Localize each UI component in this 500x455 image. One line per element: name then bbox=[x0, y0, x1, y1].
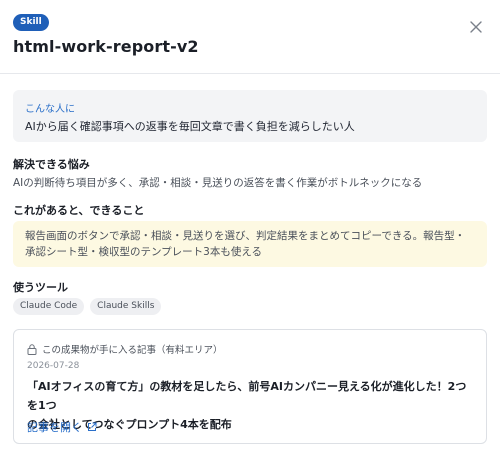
page-title: html-work-report-v2 bbox=[13, 37, 199, 56]
tools-list: Claude Code Claude Skills bbox=[13, 298, 162, 315]
skill-badge: Skill bbox=[13, 14, 49, 31]
dialog-header: Skill html-work-report-v2 bbox=[0, 0, 500, 74]
article-title-line: 「AIオフィスの育て方」の教材を足したら、前号AIカンパニー見える化が進化した！… bbox=[27, 380, 467, 412]
result-box: 報告画面のボタンで承認・相談・見送りを選び、判定結果をまとめてコピーできる。報告… bbox=[13, 221, 487, 267]
close-button[interactable] bbox=[466, 17, 486, 37]
target-audience-text: AIから届く確認事項への返事を毎回文章で書く負担を減らしたい人 bbox=[25, 120, 355, 133]
tool-tag: Claude Skills bbox=[90, 298, 162, 315]
article-date: 2026-07-28 bbox=[27, 361, 80, 371]
external-link-icon bbox=[88, 422, 97, 431]
article-card-heading: この成果物が手に入る記事（有料エリア） bbox=[27, 342, 223, 356]
article-card-heading-text: この成果物が手に入る記事（有料エリア） bbox=[42, 345, 223, 356]
open-article-link-text: 記事を開く bbox=[27, 421, 82, 434]
result-text-line: 報告画面のボタンで承認・相談・見送りを選び、判定結果をまとめてコピーできる。報告… bbox=[25, 230, 466, 242]
open-article-link[interactable]: 記事を開く bbox=[27, 419, 97, 435]
result-text-line: 承認シート型・検収型のテンプレート3本も使える bbox=[25, 246, 263, 258]
article-card: この成果物が手に入る記事（有料エリア） 2026-07-28 「AIオフィスの育… bbox=[13, 329, 487, 444]
target-audience-label: こんな人に bbox=[25, 104, 75, 115]
problem-text: AIの判断待ち項目が多く、承認・相談・見送りの返答を書く作業がボトルネックになる bbox=[13, 177, 423, 189]
problem-heading: 解決できる悩み bbox=[13, 158, 90, 171]
tools-heading: 使うツール bbox=[13, 281, 68, 294]
target-audience-box: こんな人に AIから届く確認事項への返事を毎回文章で書く負担を減らしたい人 bbox=[13, 90, 487, 142]
tool-tag: Claude Code bbox=[13, 298, 85, 315]
lock-icon bbox=[27, 343, 37, 355]
result-text: 報告画面のボタンで承認・相談・見送りを選び、判定結果をまとめてコピーできる。報告… bbox=[25, 228, 480, 260]
result-heading: これがあると、できること bbox=[13, 204, 145, 217]
close-icon bbox=[470, 21, 482, 33]
